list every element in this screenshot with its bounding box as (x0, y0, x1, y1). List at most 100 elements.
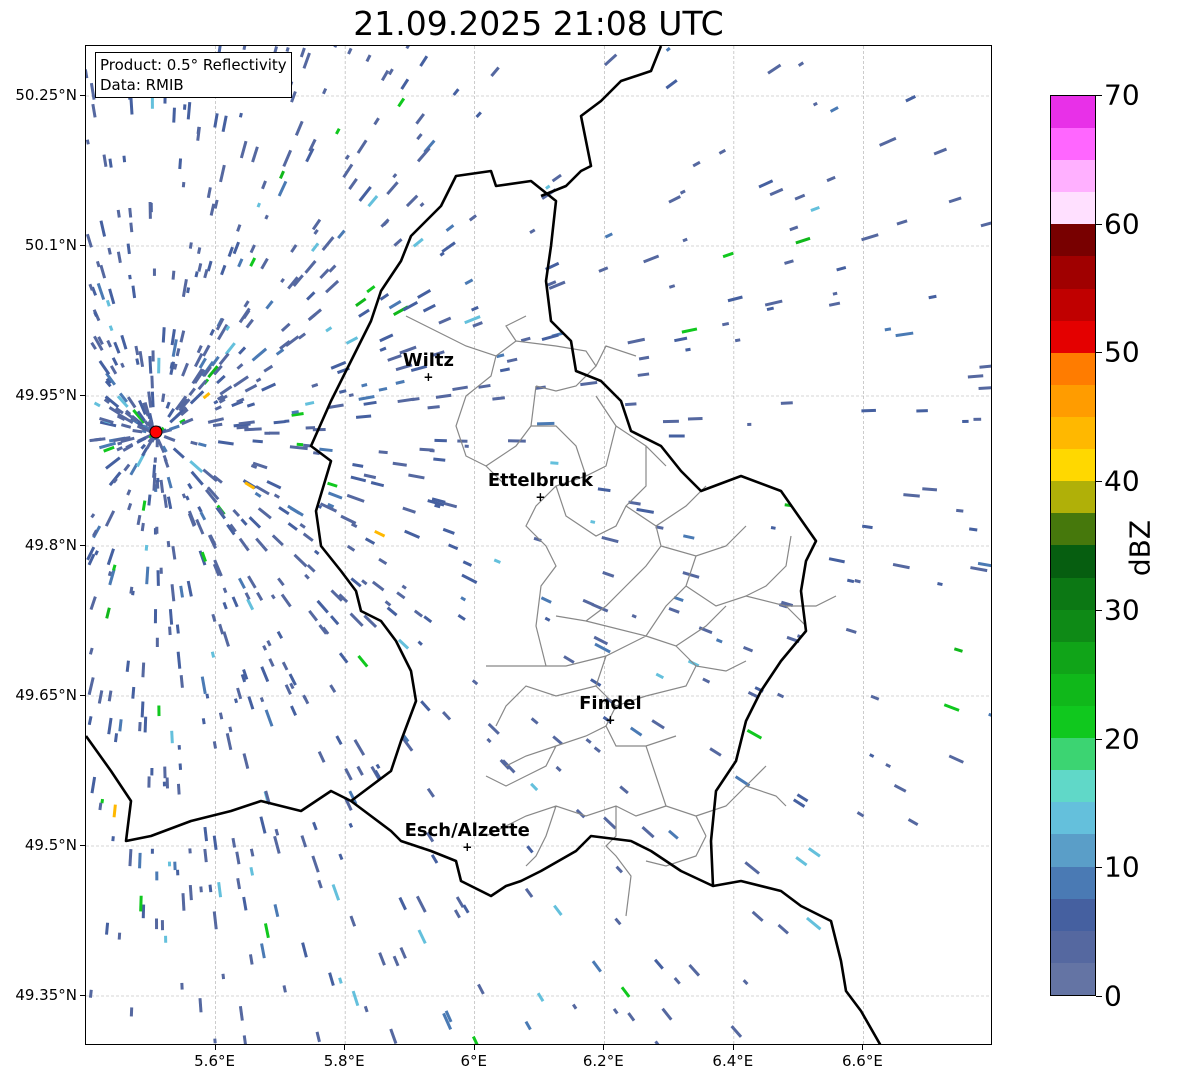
echo-cell (325, 326, 333, 333)
echo-cell (807, 847, 821, 858)
echo-cell (197, 442, 207, 448)
echo-cell (397, 97, 406, 108)
echo-cell (111, 357, 119, 366)
colorbar-swatch (1051, 449, 1095, 482)
echo-cell (351, 990, 360, 1007)
colorbar-swatch (1051, 545, 1095, 578)
y-tick-label: 49.5°N (24, 836, 77, 854)
echo-cell (744, 861, 761, 875)
y-tick-label: 49.35°N (15, 986, 77, 1004)
echo-cell (991, 585, 992, 590)
y-tick-label: 50.1°N (24, 236, 77, 254)
echo-cell (129, 1007, 134, 1017)
echo-cell (895, 331, 914, 338)
echo-cell (197, 263, 203, 272)
echo-cell (764, 299, 783, 307)
echo-cell (356, 139, 368, 154)
echo-cell (171, 545, 177, 560)
echo-cell (251, 347, 268, 362)
echo-cell (161, 327, 166, 343)
echo-cell (392, 461, 407, 467)
echo-cell (544, 616, 551, 622)
echo-cell (202, 344, 211, 357)
echo-cell (180, 982, 184, 990)
echo-cell (310, 242, 320, 253)
echo-cell (96, 282, 106, 301)
echo-cell (435, 393, 452, 399)
echo-cell (257, 507, 272, 520)
echo-cell (718, 148, 727, 155)
echo-cell (127, 502, 133, 511)
echo-cell (378, 557, 388, 566)
echo-cell (536, 992, 545, 1002)
echo-cell (349, 915, 357, 927)
echo-cell (108, 158, 113, 168)
echo-cell (155, 871, 159, 881)
echo-cell (239, 140, 248, 159)
echo-cell (238, 537, 250, 552)
echo-cell (751, 910, 764, 922)
colorbar-swatch (1051, 417, 1095, 450)
echo-cell (828, 301, 841, 307)
echo-cell (653, 958, 664, 970)
echo-cell (682, 237, 688, 243)
echo-cell (188, 884, 193, 901)
echo-cell (86, 69, 89, 79)
colorbar-tick-label: 50 (1104, 335, 1140, 369)
echo-cell (540, 596, 552, 604)
x-tick (603, 1045, 605, 1050)
echo-cell (311, 218, 322, 231)
echo-cell (163, 494, 168, 508)
echo-cell (829, 106, 839, 113)
echo-cell (217, 440, 234, 446)
echo-cell (107, 717, 113, 735)
echo-cell (651, 719, 665, 730)
echo-cell (937, 582, 943, 587)
echo-cell (126, 243, 131, 255)
echo-cell (277, 577, 285, 587)
echo-cell (486, 737, 492, 744)
echo-cell (378, 386, 388, 392)
echo-cell (247, 696, 255, 710)
echo-cell (201, 718, 206, 725)
echo-cell (263, 364, 274, 373)
echo-cell (112, 804, 117, 818)
radar-map[interactable] (85, 45, 992, 1045)
echo-cell (209, 328, 215, 337)
echo-cell (162, 454, 168, 463)
echo-cell (468, 214, 477, 222)
echo-cell (948, 754, 964, 764)
echo-cell (161, 393, 166, 403)
echo-cell (141, 662, 146, 678)
echo-cell (162, 781, 166, 787)
colorbar-tick-label: 10 (1104, 850, 1140, 884)
x-tick-label: 6°E (460, 1052, 487, 1070)
echo-cell (734, 338, 741, 343)
echo-cell (340, 514, 357, 525)
echo-cell (248, 954, 254, 965)
echo-cell (297, 332, 307, 340)
echo-cell (417, 929, 427, 945)
echo-cell (300, 835, 308, 848)
echo-cell (742, 979, 749, 986)
echo-cell (109, 365, 118, 375)
echo-cell (243, 300, 250, 308)
echo-cell (183, 104, 187, 110)
echo-cell (870, 694, 880, 701)
echo-cell (175, 348, 181, 357)
luxembourg-border (309, 169, 818, 898)
echo-cell (582, 598, 595, 607)
echo-cell (113, 733, 119, 743)
echo-cell (702, 677, 711, 684)
y-tick (80, 545, 85, 546)
echo-cell (138, 350, 145, 368)
map-canvas (86, 46, 992, 1044)
echo-cell (179, 585, 184, 598)
echo-cell (260, 666, 270, 683)
echo-cell (206, 187, 212, 199)
echo-cell (805, 916, 822, 931)
echo-cell (590, 519, 596, 524)
colorbar-swatch (1051, 352, 1095, 385)
echo-cell (603, 53, 618, 67)
echo-cell (217, 881, 223, 898)
